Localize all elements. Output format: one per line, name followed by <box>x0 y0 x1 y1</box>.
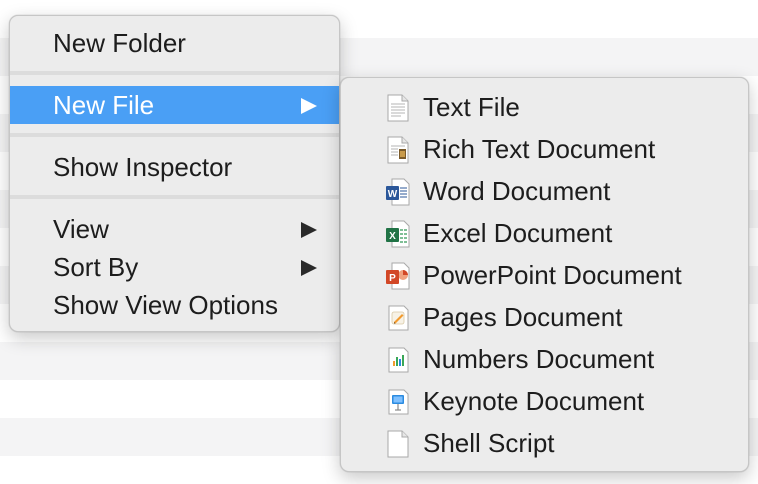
pages-icon <box>388 305 409 331</box>
menu-item-view[interactable]: View <box>10 210 339 248</box>
submenu-item-excel-document[interactable]: X Excel Document <box>341 212 748 254</box>
menu-item-show-view-options[interactable]: Show View Options <box>10 286 339 324</box>
submenu-item-text-file[interactable]: Text File <box>341 86 748 128</box>
menu-separator <box>10 195 339 199</box>
submenu-item-label: Pages Document <box>423 302 623 332</box>
menu-item-sort-by[interactable]: Sort By <box>10 248 339 286</box>
svg-text:X: X <box>389 231 396 242</box>
menu-item-new-file[interactable]: New File <box>10 86 339 124</box>
submenu-item-rich-text-document[interactable]: Rich Text Document <box>341 128 748 170</box>
context-menu: New Folder New File Show Inspector View … <box>9 15 340 332</box>
menu-separator <box>10 133 339 137</box>
menu-item-label: New Folder <box>53 28 186 58</box>
submenu-item-numbers-document[interactable]: Numbers Document <box>341 338 748 380</box>
menu-separator <box>10 71 339 75</box>
submenu-item-pages-document[interactable]: Pages Document <box>341 296 748 338</box>
submenu-item-label: Shell Script <box>423 428 555 458</box>
powerpoint-icon: P <box>386 262 410 290</box>
submenu-item-label: Numbers Document <box>423 344 655 374</box>
submenu-item-label: Text File <box>423 92 520 122</box>
text-file-icon <box>387 94 409 122</box>
submenu-arrow-icon <box>301 222 317 238</box>
keynote-icon <box>388 389 409 415</box>
submenu-item-label: PowerPoint Document <box>423 260 682 290</box>
submenu-item-label: Word Document <box>423 176 611 206</box>
submenu-item-shell-script[interactable]: Shell Script <box>341 422 748 464</box>
menu-item-label: Show View Options <box>53 290 278 320</box>
word-icon: W <box>386 178 410 206</box>
shell-script-icon <box>387 430 409 458</box>
submenu-item-label: Keynote Document <box>423 386 645 416</box>
new-file-submenu: Text File Rich Text Document W Word Docu… <box>340 77 749 472</box>
excel-icon: X <box>386 220 410 248</box>
menu-item-label: View <box>53 214 109 244</box>
menu-item-label: Sort By <box>53 252 139 282</box>
submenu-item-keynote-document[interactable]: Keynote Document <box>341 380 748 422</box>
menu-item-new-folder[interactable]: New Folder <box>10 24 339 62</box>
rich-text-icon <box>387 136 409 164</box>
submenu-item-label: Rich Text Document <box>423 134 656 164</box>
menu-item-label: New File <box>53 90 155 120</box>
svg-text:W: W <box>388 189 398 200</box>
submenu-item-powerpoint-document[interactable]: P PowerPoint Document <box>341 254 748 296</box>
menu-item-label: Show Inspector <box>53 152 233 182</box>
numbers-icon <box>388 347 409 373</box>
submenu-arrow-icon <box>301 98 317 114</box>
menu-item-show-inspector[interactable]: Show Inspector <box>10 148 339 186</box>
submenu-item-label: Excel Document <box>423 218 613 248</box>
svg-text:P: P <box>389 273 396 284</box>
submenu-arrow-icon <box>301 260 317 276</box>
submenu-item-word-document[interactable]: W Word Document <box>341 170 748 212</box>
